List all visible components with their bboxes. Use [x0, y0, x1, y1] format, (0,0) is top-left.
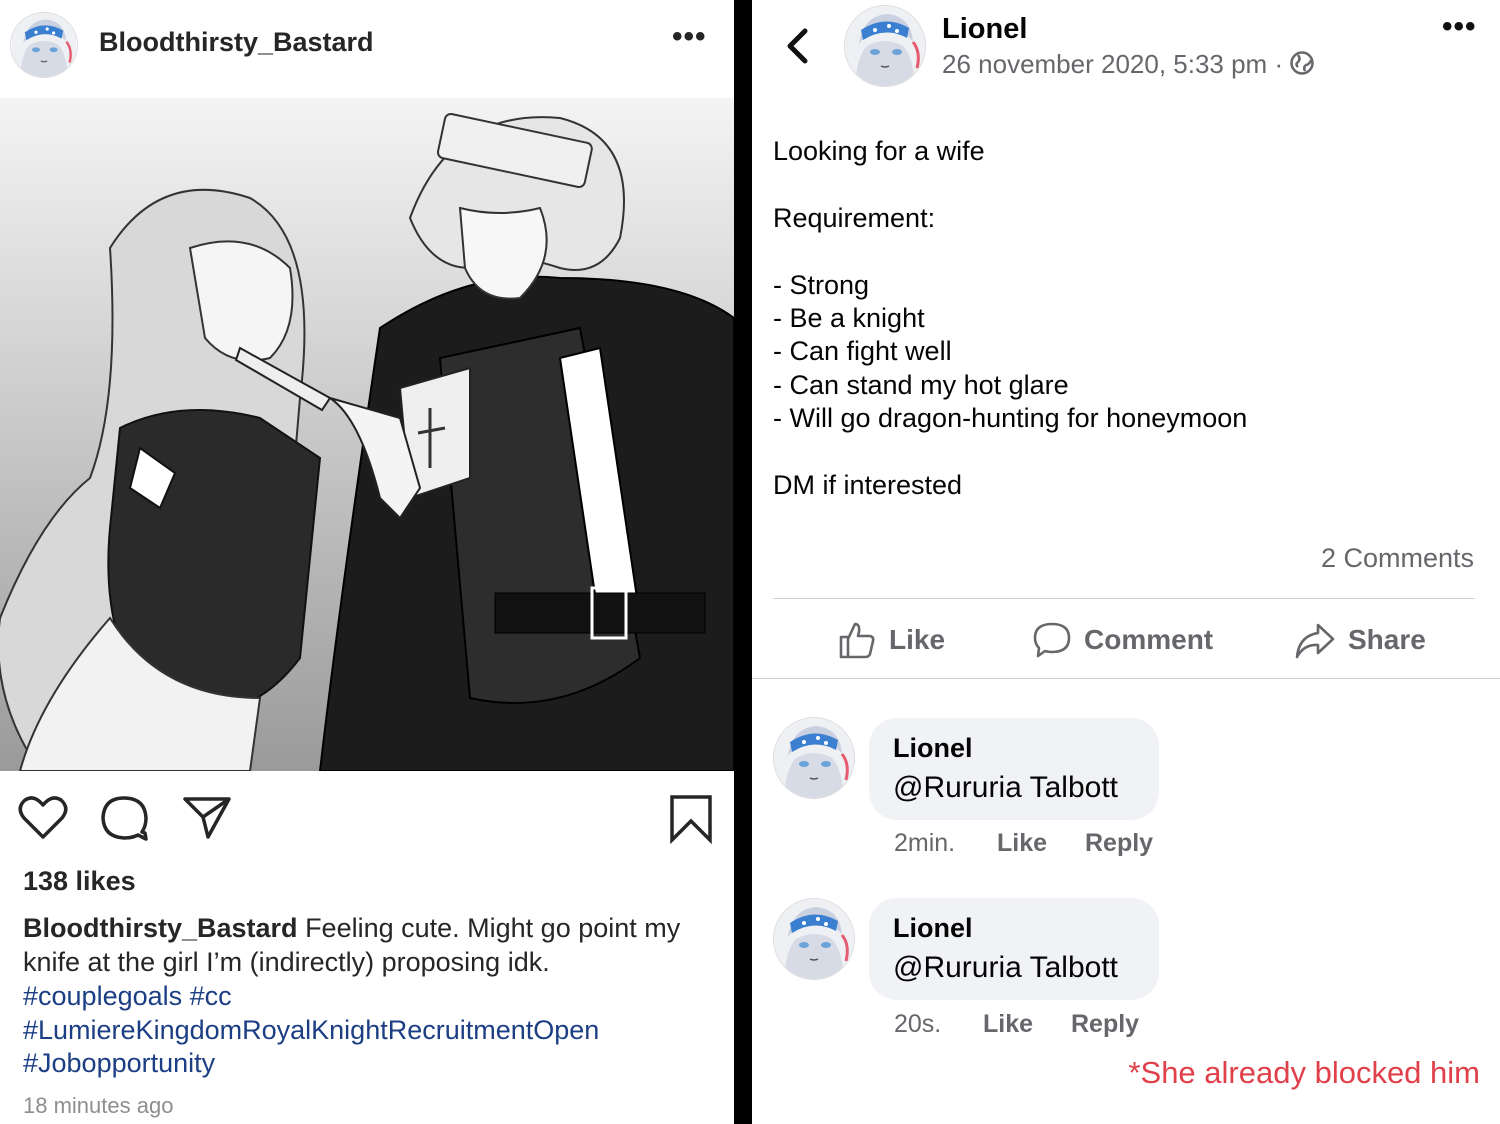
post-line: - Can fight well: [773, 336, 952, 366]
post-image[interactable]: [0, 98, 734, 771]
hashtag[interactable]: #couplegoals: [23, 981, 182, 1011]
comment-label: Comment: [1084, 624, 1214, 655]
post-line: Requirement:: [773, 203, 936, 233]
hashtag[interactable]: #Jobopportunity: [23, 1048, 215, 1078]
hashtag[interactable]: #cc: [190, 981, 232, 1011]
post-line: Looking for a wife: [773, 136, 985, 166]
thumbs-up-icon: [839, 622, 875, 659]
heart-icon[interactable]: [18, 795, 68, 841]
comment-age: 2min.: [894, 829, 956, 857]
comment-bubble[interactable]: Lionel @Rururia Talbott: [869, 898, 1159, 1000]
divider: [773, 598, 1475, 599]
annotation-note: *She already blocked him: [1128, 1055, 1480, 1090]
hashtag-list: #couplegoals #cc #LumiereKingdomRoyalKni…: [23, 980, 713, 1081]
like-label: Like: [889, 624, 946, 655]
commenter-name[interactable]: Lionel: [893, 913, 973, 944]
bookmark-icon[interactable]: [668, 794, 714, 844]
comment-bubble-icon: [1033, 622, 1071, 658]
comment-text[interactable]: @Rururia Talbott: [893, 951, 1118, 985]
comment-like-link[interactable]: Like: [997, 829, 1047, 858]
post-date-text[interactable]: 26 november 2020, 5:33 pm ·: [942, 49, 1283, 79]
author-name[interactable]: Lionel: [942, 13, 1027, 46]
more-horizontal-icon[interactable]: •••: [1442, 10, 1477, 44]
comment-like-link[interactable]: Like: [983, 1010, 1033, 1039]
like-button[interactable]: Like: [837, 615, 945, 665]
paper-plane-icon[interactable]: [182, 795, 232, 841]
caption-username[interactable]: Bloodthirsty_Bastard: [23, 913, 298, 943]
share-label: Share: [1348, 624, 1426, 655]
speech-bubble-icon[interactable]: [100, 795, 150, 841]
post-actions: Like Comment Share: [752, 615, 1500, 665]
comment-reply-link[interactable]: Reply: [1085, 829, 1153, 858]
facebook-post: Lionel 26 november 2020, 5:33 pm · ••• L…: [752, 0, 1500, 1124]
comments-count[interactable]: 2 Comments: [1321, 543, 1474, 574]
author-avatar[interactable]: [844, 5, 926, 87]
hashtag[interactable]: #LumiereKingdomRoyalKnightRecruitmentOpe…: [23, 1015, 599, 1045]
comment-reply-link[interactable]: Reply: [1071, 1010, 1139, 1039]
like-count[interactable]: 138 likes: [23, 866, 136, 897]
globe-icon: [1290, 51, 1314, 75]
instagram-post: Bloodthirsty_Bastard ••• 138 likes Blood…: [0, 0, 734, 1124]
comment-age: 20s.: [894, 1010, 942, 1038]
post-timestamp: 18 minutes ago: [23, 1093, 174, 1118]
chevron-left-icon[interactable]: [784, 28, 810, 64]
post-line: DM if interested: [773, 470, 963, 500]
post-caption: Bloodthirsty_Bastard Feeling cute. Might…: [23, 912, 703, 979]
share-button[interactable]: Share: [1294, 615, 1426, 665]
profile-avatar[interactable]: [10, 12, 78, 78]
post-date: 26 november 2020, 5:33 pm ·: [942, 49, 1315, 80]
panel-divider: [734, 0, 752, 1124]
more-horizontal-icon[interactable]: •••: [672, 20, 707, 54]
post-username[interactable]: Bloodthirsty_Bastard: [99, 27, 374, 58]
divider: [752, 678, 1500, 679]
post-line: - Can stand my hot glare: [773, 370, 1069, 400]
comment-text[interactable]: @Rururia Talbott: [893, 771, 1118, 805]
post-line: - Will go dragon-hunting for honeymoon: [773, 403, 1248, 433]
post-line: - Be a knight: [773, 303, 925, 333]
share-arrow-icon: [1295, 623, 1335, 659]
post-line: - Strong: [773, 270, 870, 300]
commenter-avatar[interactable]: [773, 898, 855, 980]
comment-button[interactable]: Comment: [1032, 615, 1213, 665]
comment-bubble[interactable]: Lionel @Rururia Talbott: [869, 718, 1159, 820]
commenter-name[interactable]: Lionel: [893, 733, 973, 764]
commenter-avatar[interactable]: [773, 717, 855, 799]
